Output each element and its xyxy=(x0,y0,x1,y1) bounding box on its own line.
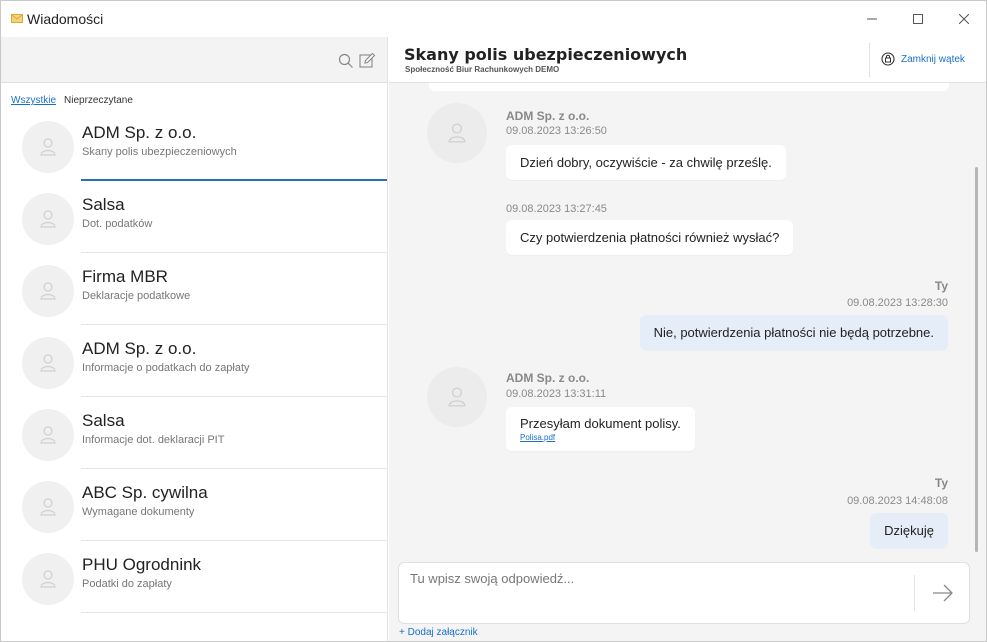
user-icon xyxy=(448,123,466,143)
attachment-link[interactable]: Polisa.pdf xyxy=(520,433,681,442)
reply-input[interactable] xyxy=(399,563,909,623)
close-thread-label: Zamknij wątek xyxy=(901,53,965,65)
message-sender: ADM Sp. z o.o. xyxy=(506,109,590,123)
close-thread-button[interactable]: Zamknij wątek xyxy=(881,52,965,66)
composer-divider xyxy=(914,575,915,611)
thread-subtitle: Społeczność Biur Rachunkowych DEMO xyxy=(405,65,560,74)
close-icon xyxy=(959,14,969,24)
avatar xyxy=(22,265,74,317)
avatar xyxy=(427,103,487,163)
window-title: Wiadomości xyxy=(27,11,104,27)
conversation-subject: Wymagane dokumenty xyxy=(82,506,195,518)
messages-window: Wiadomości Wszystkie Nieprzeczytane ADM … xyxy=(0,0,987,642)
conversation-pane: Wszystkie Nieprzeczytane ADM Sp. z o.o. … xyxy=(1,37,388,641)
avatar xyxy=(22,193,74,245)
conversation-item[interactable]: Salsa Dot. podatków xyxy=(1,181,387,253)
conversation-name: ADM Sp. z o.o. xyxy=(82,123,197,142)
message-bubble: Dziękuję xyxy=(870,513,948,548)
message-timestamp: 09.08.2023 13:27:45 xyxy=(506,203,607,215)
user-icon xyxy=(40,138,56,156)
conversation-item[interactable]: ADM Sp. z o.o. Skany polis ubezpieczenio… xyxy=(1,109,387,181)
avatar xyxy=(22,481,74,533)
previous-message-stub xyxy=(429,83,949,91)
conversation-filters: Wszystkie Nieprzeczytane xyxy=(11,95,133,106)
search-icon[interactable] xyxy=(338,53,354,69)
send-button[interactable] xyxy=(929,579,957,607)
minimize-icon xyxy=(867,18,877,20)
message-bubble: Czy potwierdzenia płatności również wysł… xyxy=(506,220,794,255)
user-icon xyxy=(40,426,56,444)
conversation-item[interactable]: PHU Ogrodnink Podatki do zapłaty xyxy=(1,541,387,613)
conversation-subject: Deklaracje podatkowe xyxy=(82,290,191,302)
message-bubble: Nie, potwierdzenia płatności nie będą po… xyxy=(639,315,948,350)
avatar xyxy=(22,409,74,461)
maximize-button[interactable] xyxy=(895,1,941,37)
message-timestamp: 09.08.2023 13:31:11 xyxy=(506,388,607,400)
conversation-name: Salsa xyxy=(82,195,125,214)
conversation-subject: Informacje dot. deklaracji PIT xyxy=(82,434,225,446)
user-icon xyxy=(40,570,56,588)
add-attachment-link[interactable]: + Dodaj załącznik xyxy=(399,627,478,638)
message-bubble: Przesyłam dokument polisy. Polisa.pdf xyxy=(506,407,695,451)
conversation-toolbar xyxy=(1,37,387,83)
message-area: ADM Sp. z o.o. 09.08.2023 13:26:50 Dzień… xyxy=(389,83,986,553)
filter-unread-link[interactable]: Nieprzeczytane xyxy=(64,95,133,106)
maximize-icon xyxy=(913,14,923,24)
message-timestamp: 09.08.2023 13:26:50 xyxy=(506,125,607,137)
header-divider xyxy=(869,43,870,77)
message-sender: Ty xyxy=(934,476,948,490)
avatar xyxy=(22,553,74,605)
thread-pane: Skany polis ubezpieczeniowych Społecznoś… xyxy=(389,37,986,641)
message-timestamp: 09.08.2023 14:48:08 xyxy=(847,495,948,507)
conversation-name: ABC Sp. cywilna xyxy=(82,483,208,502)
message-sender: Ty xyxy=(934,279,948,293)
envelope-icon xyxy=(11,14,23,23)
conversation-name: Salsa xyxy=(82,411,125,430)
conversation-item[interactable]: ADM Sp. z o.o. Informacje o podatkach do… xyxy=(1,325,387,397)
conversation-list: ADM Sp. z o.o. Skany polis ubezpieczenio… xyxy=(1,109,387,613)
message-text: Przesyłam dokument polisy. xyxy=(520,416,681,431)
user-icon xyxy=(40,354,56,372)
conversation-item[interactable]: Firma MBR Deklaracje podatkowe xyxy=(1,253,387,325)
avatar xyxy=(22,337,74,389)
message-sender: ADM Sp. z o.o. xyxy=(506,371,590,385)
conversation-name: PHU Ogrodnink xyxy=(82,555,202,574)
filter-all-link[interactable]: Wszystkie xyxy=(11,95,56,106)
conversation-subject: Dot. podatków xyxy=(82,218,153,230)
message-timestamp: 09.08.2023 13:28:30 xyxy=(847,297,948,309)
lock-icon xyxy=(881,52,895,66)
conversation-item[interactable]: Salsa Informacje dot. deklaracji PIT xyxy=(1,397,387,469)
arrow-right-icon xyxy=(933,584,953,602)
user-icon xyxy=(40,282,56,300)
conversation-subject: Informacje o podatkach do zapłaty xyxy=(82,362,250,374)
user-icon xyxy=(448,387,466,407)
title-bar: Wiadomości xyxy=(1,1,986,37)
minimize-button[interactable] xyxy=(849,1,895,37)
conversation-name: ADM Sp. z o.o. xyxy=(82,339,197,358)
conversation-subject: Podatki do zapłaty xyxy=(82,578,172,590)
close-button[interactable] xyxy=(941,1,987,37)
conversation-item[interactable]: ABC Sp. cywilna Wymagane dokumenty xyxy=(1,469,387,541)
thread-title: Skany polis ubezpieczeniowych xyxy=(404,45,688,64)
message-bubble: Dzień dobry, oczywiście - za chwilę prze… xyxy=(506,145,786,180)
avatar xyxy=(22,121,74,173)
avatar xyxy=(427,367,487,427)
reply-composer xyxy=(398,562,970,624)
conversation-subject: Skany polis ubezpieczeniowych xyxy=(82,146,237,158)
conversation-name: Firma MBR xyxy=(82,267,168,286)
compose-icon[interactable] xyxy=(359,52,376,69)
user-icon xyxy=(40,498,56,516)
message-scrollbar[interactable] xyxy=(975,167,978,552)
user-icon xyxy=(40,210,56,228)
thread-header: Skany polis ubezpieczeniowych Społecznoś… xyxy=(389,37,986,83)
divider xyxy=(81,612,387,613)
